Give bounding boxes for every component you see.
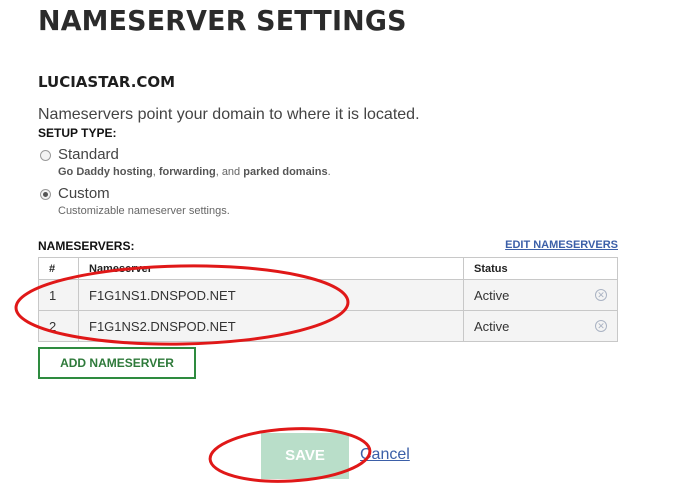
table-row: 2 F1G1NS2.DNSPOD.NET Active ✕: [38, 310, 618, 342]
remove-nameserver-icon[interactable]: ✕: [595, 289, 607, 301]
help-forwarding: forwarding: [158, 166, 216, 178]
standard-help-text: Go Daddy hosting, forwarding, and parked…: [58, 166, 331, 178]
save-button[interactable]: SAVE: [261, 433, 349, 479]
nameserver-value: F1G1NS1.DNSPOD.NET: [78, 279, 464, 311]
help-separator: , and: [215, 166, 244, 178]
nameservers-label: NAMESERVERS:: [38, 239, 135, 253]
row-number: 2: [38, 310, 79, 342]
custom-label[interactable]: Custom: [58, 185, 110, 202]
help-parked-domains: parked domains: [243, 166, 328, 178]
table-row: 1 F1G1NS1.DNSPOD.NET Active ✕: [38, 279, 618, 311]
help-period: .: [327, 166, 331, 178]
remove-nameserver-icon[interactable]: ✕: [595, 320, 607, 332]
column-header-number: #: [38, 257, 79, 280]
status-cell: Active ✕: [463, 310, 618, 342]
status-value: Active: [474, 287, 510, 303]
edit-nameservers-link[interactable]: EDIT NAMESERVERS: [505, 239, 618, 251]
page-title: NAMESERVER SETTINGS: [38, 4, 407, 37]
domain-name: LUCIASTAR.COM: [38, 73, 176, 91]
custom-radio[interactable]: [40, 189, 51, 200]
setup-type-label: SETUP TYPE:: [38, 126, 117, 140]
row-number: 1: [38, 279, 79, 311]
status-value: Active: [474, 318, 510, 334]
cancel-link[interactable]: Cancel: [360, 446, 410, 464]
column-header-status: Status: [463, 257, 618, 280]
help-go-daddy-hosting: Go Daddy hosting: [58, 166, 153, 178]
custom-help-text: Customizable nameserver settings.: [58, 205, 230, 217]
table-header-row: # Nameserver Status: [38, 257, 618, 280]
standard-label[interactable]: Standard: [58, 146, 119, 163]
status-cell: Active ✕: [463, 279, 618, 311]
standard-radio[interactable]: [40, 150, 51, 161]
column-header-nameserver: Nameserver: [78, 257, 464, 280]
nameserver-table: # Nameserver Status 1 F1G1NS1.DNSPOD.NET…: [38, 257, 618, 342]
add-nameserver-button[interactable]: ADD NAMESERVER: [38, 347, 196, 379]
nameserver-description: Nameservers point your domain to where i…: [38, 106, 420, 123]
nameserver-value: F1G1NS2.DNSPOD.NET: [78, 310, 464, 342]
